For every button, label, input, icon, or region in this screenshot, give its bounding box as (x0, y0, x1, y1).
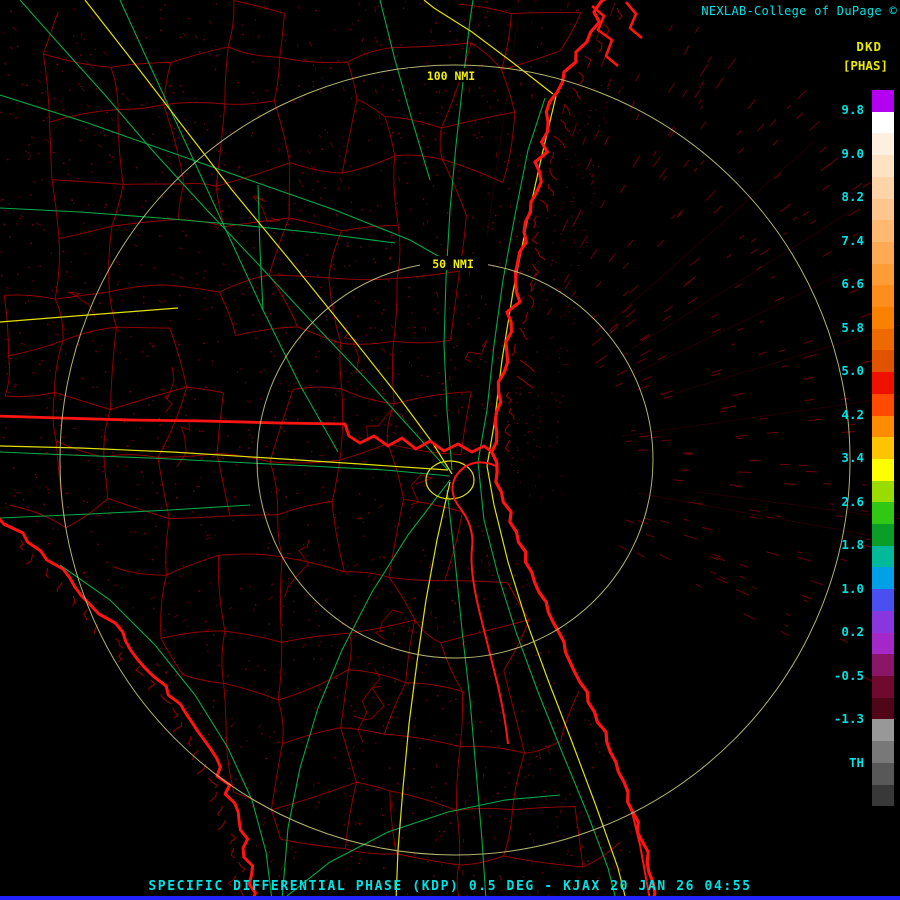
st-johns-river (451, 461, 509, 745)
road (0, 504, 251, 519)
road (0, 307, 179, 323)
colorbar-segment (872, 502, 894, 525)
road (395, 481, 451, 900)
colorbar-segment (872, 133, 894, 156)
colorbar-segment (872, 241, 894, 264)
colorbar-segment (872, 350, 894, 373)
colorbar-segment (872, 263, 894, 286)
colorbar-segment (872, 111, 894, 134)
road (257, 184, 264, 311)
colorbar-segment (872, 393, 894, 416)
colorbar (872, 90, 894, 807)
colorbar-segment (872, 307, 894, 329)
road (446, 489, 487, 900)
colorbar-segment (872, 741, 894, 763)
colorbar-segment (872, 220, 894, 242)
radar-map: 100 NMI 50 NMI (0, 0, 900, 900)
colorbar-segment (872, 675, 894, 698)
colorbar-segment (872, 155, 894, 177)
colorbar-segment (872, 458, 894, 481)
colorbar-segment (872, 480, 894, 503)
colorbar-segment (872, 545, 894, 568)
colorbar-segment (872, 176, 894, 199)
attribution-text: NEXLAB-College of DuPage © (701, 4, 897, 18)
colorbar-segment (872, 567, 894, 590)
coastal-islands (625, 1, 643, 39)
colorbar-segment (872, 285, 894, 308)
colorbar-segment (872, 784, 894, 807)
road (486, 95, 627, 900)
colorbar-segment (872, 524, 894, 546)
colorbar-segment (872, 415, 894, 438)
kdp-echo-speckles (0, 0, 647, 900)
colorbar-segment (872, 654, 894, 676)
rivers-and-marsh (18, 7, 623, 900)
colorbar-segment (872, 610, 894, 633)
colorbar-segment (872, 762, 894, 785)
colorbar-segment (872, 90, 894, 112)
county-boundaries (3, 0, 621, 899)
coastline (0, 0, 657, 900)
product-unit-label: [PHAS] (842, 58, 888, 73)
product-caption: SPECIFIC DIFFERENTIAL PHASE (KDP) 0.5 DE… (148, 879, 752, 894)
colorbar-segment (872, 372, 894, 394)
range-ring-label-100nmi: 100 NMI (427, 69, 475, 83)
road (0, 94, 453, 265)
road (379, 0, 431, 181)
state-boundary-line (0, 414, 493, 454)
product-code-label: DKD (856, 39, 882, 54)
colorbar-segment (872, 328, 894, 351)
range-ring-label-50nmi: 50 NMI (432, 257, 474, 271)
colorbar-segment (872, 632, 894, 655)
radar-display: 100 NMI 50 NMI NEXLAB-College of DuPage … (0, 0, 900, 900)
range-ring-50nmi (256, 261, 654, 659)
colorbar-segment (872, 589, 894, 611)
colorbar-segment (872, 198, 894, 221)
highways-secondary (0, 0, 617, 900)
colorbar-segment (872, 719, 894, 742)
colorbar-segment (872, 437, 894, 459)
colorbar-segment (872, 697, 894, 720)
road (0, 445, 449, 471)
road (19, 0, 449, 471)
footer-divider-line (0, 896, 900, 900)
